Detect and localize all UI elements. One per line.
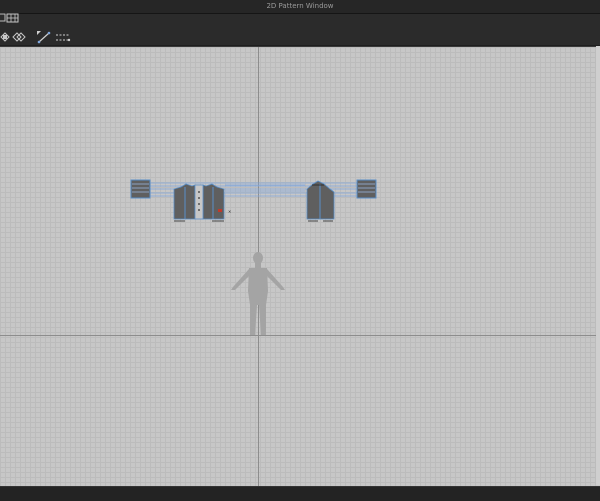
free-sewing-icon[interactable] — [55, 32, 71, 44]
status-bar — [0, 486, 600, 501]
right-sleeve-piece[interactable] — [356, 179, 377, 199]
pattern-diamond-icon[interactable] — [12, 32, 26, 42]
segment-sewing-icon[interactable] — [36, 30, 52, 44]
points-edit-icon[interactable] — [0, 32, 10, 42]
pattern-edit-icon[interactable] — [6, 13, 20, 23]
pattern-canvas[interactable]: ✕ — [0, 46, 600, 486]
pattern-layer: ✕ — [130, 179, 377, 335]
window-title: 2D Pattern Window — [266, 2, 334, 10]
left-sleeve-piece[interactable] — [130, 179, 151, 199]
pattern-toolbar — [0, 13, 600, 45]
avatar-silhouette — [231, 252, 285, 335]
canvas-scrollbar[interactable] — [596, 46, 600, 485]
svg-text:✕: ✕ — [228, 209, 231, 214]
back-bodice-piece[interactable] — [306, 180, 335, 222]
front-bodice-piece[interactable]: ✕ — [173, 183, 231, 222]
window-title-bar: 2D Pattern Window — [0, 0, 600, 14]
